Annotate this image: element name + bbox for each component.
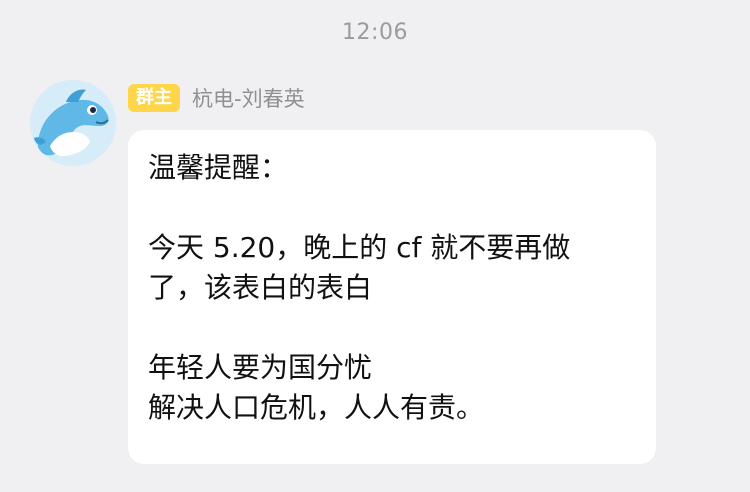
group-owner-badge: 群主 — [128, 84, 180, 112]
message-line — [148, 308, 636, 348]
sender-row: 群主 杭电-刘春英 — [128, 80, 305, 116]
message-line: 今天 5.20，晚上的 cf 就不要再做 — [148, 231, 571, 264]
message-bubble[interactable]: 温馨提醒： 今天 5.20，晚上的 cf 就不要再做 了，该表白的表白 年轻人要… — [128, 130, 656, 464]
message-line: 温馨提醒： — [148, 151, 289, 184]
message-line: 了，该表白的表白 — [148, 271, 373, 304]
message-timestamp: 12:06 — [342, 20, 408, 45]
dolphin-avatar-icon[interactable] — [30, 80, 116, 166]
message-line: 解决人口危机，人人有责。 — [148, 391, 485, 424]
sender-name[interactable]: 杭电-刘春英 — [192, 83, 305, 113]
message-line: 年轻人要为国分忧 — [148, 351, 373, 384]
message-line — [148, 188, 636, 228]
